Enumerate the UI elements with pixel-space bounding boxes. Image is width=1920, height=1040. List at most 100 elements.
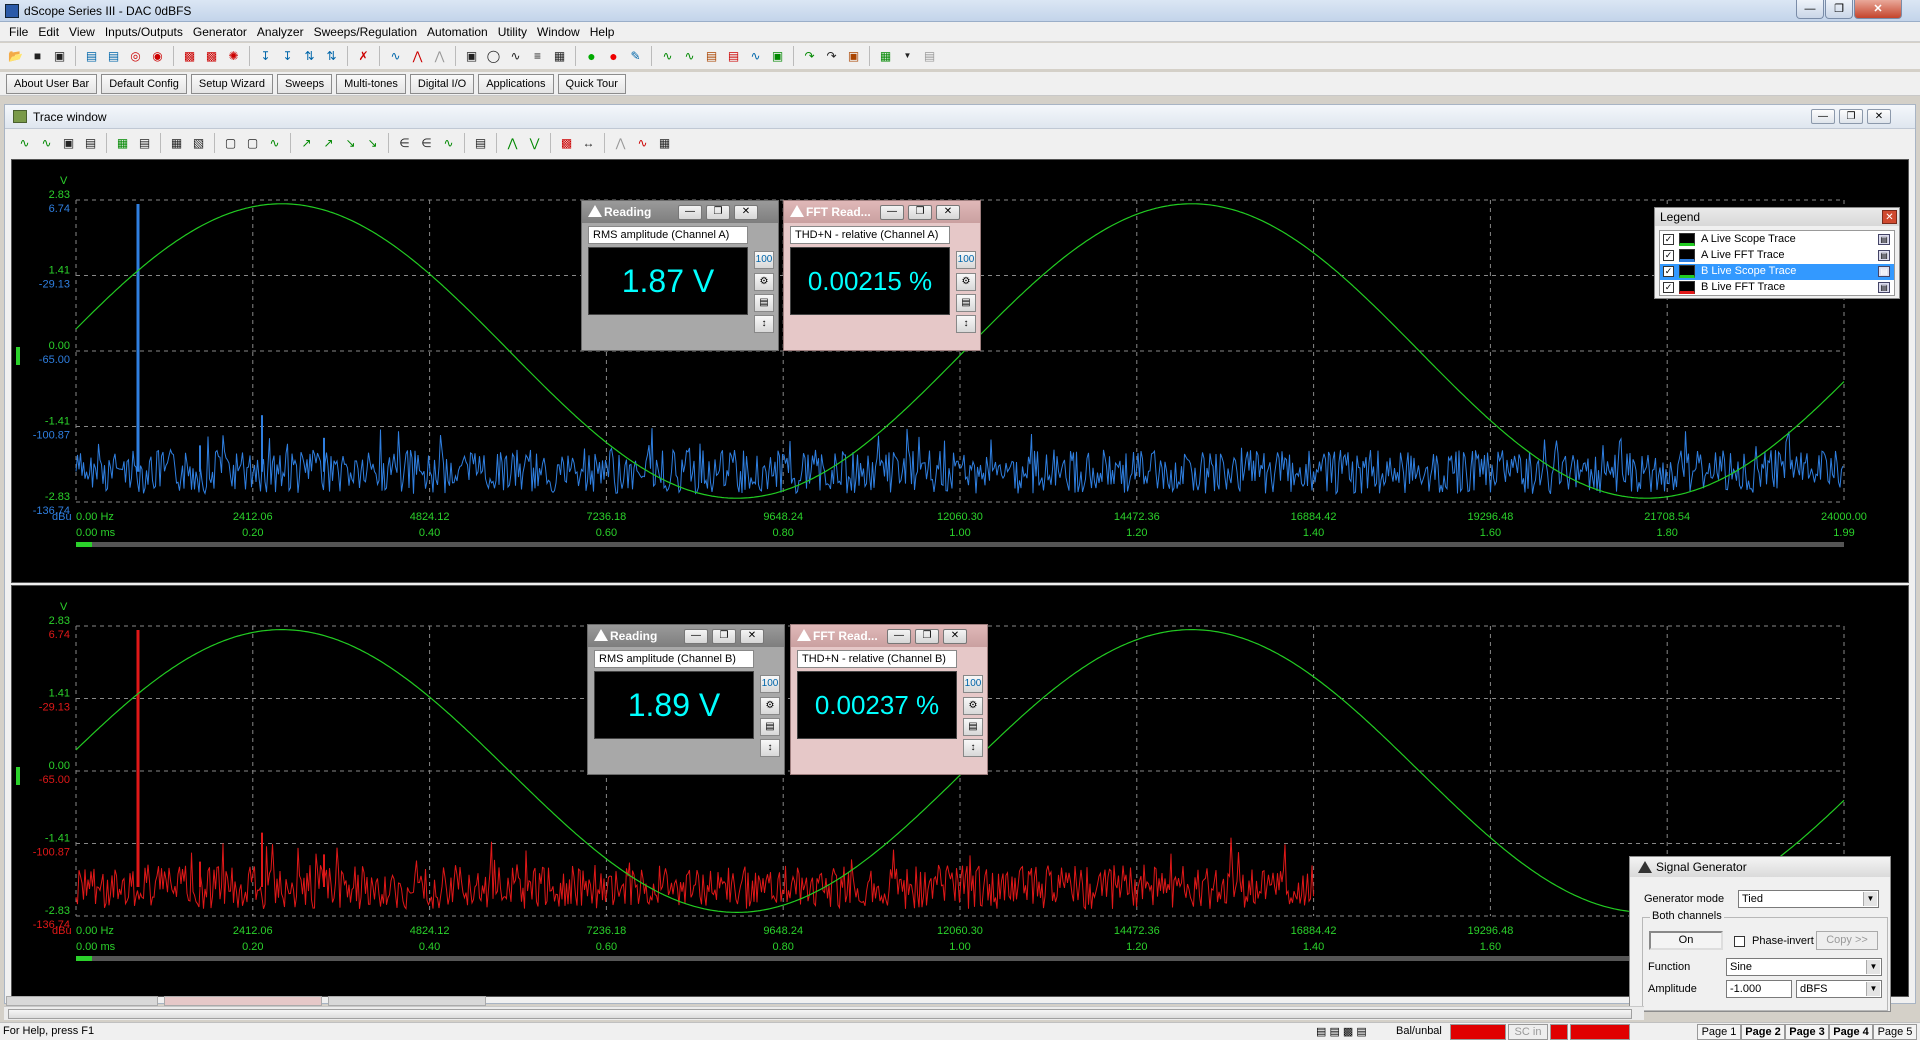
trace-restore-button[interactable]: ❐ xyxy=(1839,109,1863,124)
amplitude-unit-select[interactable]: dBFS ▼ xyxy=(1796,980,1882,998)
reading-limits-icon[interactable]: ↕ xyxy=(956,315,976,333)
save-trace-icon[interactable]: ▣ xyxy=(59,134,78,153)
print-icon[interactable]: ▤ xyxy=(920,47,939,66)
reading-b-rms[interactable]: Reading — ❐ ✕ RMS amplitude (Channel B) … xyxy=(587,624,785,775)
overlay-icon[interactable]: ▩ xyxy=(557,134,576,153)
amplitude-input[interactable]: -1.000 xyxy=(1726,980,1792,998)
legend-checkbox[interactable]: ✓ xyxy=(1663,234,1674,245)
legend-checkbox[interactable]: ✓ xyxy=(1663,282,1674,293)
reading-restore-button[interactable]: ❐ xyxy=(915,629,939,644)
trace-minimize-button[interactable]: — xyxy=(1811,109,1835,124)
table-icon[interactable]: ▦ xyxy=(167,134,186,153)
input-2-icon[interactable]: ▩ xyxy=(202,47,221,66)
reading-minimize-button[interactable]: — xyxy=(880,205,904,220)
menu-edit[interactable]: Edit xyxy=(33,25,64,39)
scope-input-icon[interactable]: ⇅ xyxy=(300,47,319,66)
minimize-button[interactable]: — xyxy=(1796,0,1824,19)
wave-icon[interactable]: ∿ xyxy=(439,134,458,153)
menu-help[interactable]: Help xyxy=(585,25,620,39)
horizontal-scrollbar[interactable] xyxy=(4,1006,1644,1020)
minimized-window-tab[interactable] xyxy=(328,996,486,1006)
scope-window-icon[interactable]: ▣ xyxy=(768,47,787,66)
minimized-window-tab[interactable] xyxy=(164,996,322,1006)
reading-close-button[interactable]: ✕ xyxy=(936,205,960,220)
page-3-tab[interactable]: Page 3 xyxy=(1785,1024,1829,1040)
legend-checkbox[interactable]: ✓ xyxy=(1663,250,1674,261)
reading-close-button[interactable]: ✕ xyxy=(740,629,764,644)
cursor-icon[interactable]: ∿ xyxy=(265,134,284,153)
legend-checkbox[interactable]: ✓ xyxy=(1663,266,1674,277)
calc-icon[interactable]: ▦ xyxy=(655,134,674,153)
menu-view[interactable]: View xyxy=(64,25,100,39)
bar-icon[interactable]: ▤ xyxy=(702,47,721,66)
input-3-icon[interactable]: ✺ xyxy=(224,47,243,66)
marker-2-icon[interactable]: ↗ xyxy=(319,134,338,153)
menu-sweeps-regulation[interactable]: Sweeps/Regulation xyxy=(309,25,422,39)
rec-icon[interactable]: ▦ xyxy=(550,47,569,66)
function-select[interactable]: Sine ▼ xyxy=(1726,958,1882,976)
gen-out-icon[interactable]: ▤ xyxy=(82,47,101,66)
stop-icon[interactable]: ● xyxy=(604,47,623,66)
reading-close-button[interactable]: ✕ xyxy=(734,205,758,220)
dropdown-icon[interactable]: ▼ xyxy=(898,47,917,66)
legend-item[interactable]: ✓ A Live Scope Trace ▤ xyxy=(1660,232,1894,248)
signal-generator-panel[interactable]: Signal Generator Generator mode Tied ▼ B… xyxy=(1629,856,1891,1012)
reading-limits-icon[interactable]: ↕ xyxy=(754,315,774,333)
reading-log-icon[interactable]: ▤ xyxy=(760,718,780,736)
reading-limits-icon[interactable]: ↕ xyxy=(760,739,780,757)
save-icon[interactable]: ■ xyxy=(28,47,47,66)
analyzer-icon[interactable]: ↧ xyxy=(256,47,275,66)
split-icon[interactable]: ⋁ xyxy=(525,134,544,153)
reading-log-icon[interactable]: ▤ xyxy=(956,294,976,312)
menu-analyzer[interactable]: Analyzer xyxy=(252,25,309,39)
xy-icon[interactable]: ∿ xyxy=(746,47,765,66)
avg-icon[interactable]: ∿ xyxy=(633,134,652,153)
trace-b-icon[interactable]: ∿ xyxy=(37,134,56,153)
graph-icon[interactable]: ▤ xyxy=(724,47,743,66)
copy-button[interactable]: Copy >> xyxy=(1816,931,1878,950)
reading-measurement-label[interactable]: THD+N - relative (Channel B) xyxy=(797,650,957,668)
marker-1-icon[interactable]: ↗ xyxy=(297,134,316,153)
reading-settings-icon[interactable]: ⚙ xyxy=(956,273,976,291)
reading-log-icon[interactable]: ▤ xyxy=(963,718,983,736)
input-4-icon[interactable]: ↧ xyxy=(278,47,297,66)
about-user-bar-button[interactable]: About User Bar xyxy=(6,73,98,94)
legend-item[interactable]: ✓ A Live FFT Trace ▤ xyxy=(1660,248,1894,264)
dial-icon[interactable]: ◯ xyxy=(484,47,503,66)
default-config-button[interactable]: Default Config xyxy=(101,73,187,94)
reading-minimize-button[interactable]: — xyxy=(684,629,708,644)
open-icon[interactable]: 📂 xyxy=(6,47,25,66)
ref-icon[interactable]: ⋀ xyxy=(611,134,630,153)
marker-3-icon[interactable]: ↘ xyxy=(341,134,360,153)
menu-generator[interactable]: Generator xyxy=(188,25,252,39)
reading-measurement-label[interactable]: RMS amplitude (Channel B) xyxy=(594,650,754,668)
copy-trace-icon[interactable]: ▤ xyxy=(81,134,100,153)
multi-tones-button[interactable]: Multi-tones xyxy=(336,73,406,94)
reading-restore-button[interactable]: ❐ xyxy=(908,205,932,220)
trace-a-icon[interactable]: ∿ xyxy=(15,134,34,153)
reading-minimize-button[interactable]: — xyxy=(887,629,911,644)
input-1-icon[interactable]: ▩ xyxy=(180,47,199,66)
menu-inputs-outputs[interactable]: Inputs/Outputs xyxy=(100,25,188,39)
scrollbar-thumb[interactable] xyxy=(8,1009,1632,1019)
reading-b-thd[interactable]: FFT Read... — ❐ ✕ THD+N - relative (Chan… xyxy=(790,624,988,775)
readout-format-icon[interactable]: 100 xyxy=(760,675,780,693)
docs-icon[interactable]: ▦ xyxy=(876,47,895,66)
zoom-icon[interactable]: ▢ xyxy=(221,134,240,153)
menu-utility[interactable]: Utility xyxy=(493,25,532,39)
legend-item[interactable]: ✓ B Live FFT Trace ▤ xyxy=(1660,280,1894,296)
quick-tour-button[interactable]: Quick Tour xyxy=(557,73,626,94)
script-icon[interactable]: ↷ xyxy=(822,47,841,66)
trace-options-icon[interactable]: ▤ xyxy=(1878,266,1890,277)
save-all-icon[interactable]: ▣ xyxy=(50,47,69,66)
graph-settings-icon[interactable]: ▦ xyxy=(113,134,132,153)
autoscale-icon[interactable]: ▢ xyxy=(243,134,262,153)
digital-io-button[interactable]: Digital I/O xyxy=(409,73,475,94)
filter-icon[interactable]: ▤ xyxy=(471,134,490,153)
reading-settings-icon[interactable]: ⚙ xyxy=(760,697,780,715)
legend-panel[interactable]: Legend ✕ ✓ A Live Scope Trace ▤ ✓ A Live… xyxy=(1654,207,1900,299)
reading-restore-button[interactable]: ❐ xyxy=(706,205,730,220)
export-icon[interactable]: ▤ xyxy=(135,134,154,153)
reading-a-thd[interactable]: FFT Read... — ❐ ✕ THD+N - relative (Chan… xyxy=(783,200,981,351)
trace-close-button[interactable]: ✕ xyxy=(1867,109,1891,124)
